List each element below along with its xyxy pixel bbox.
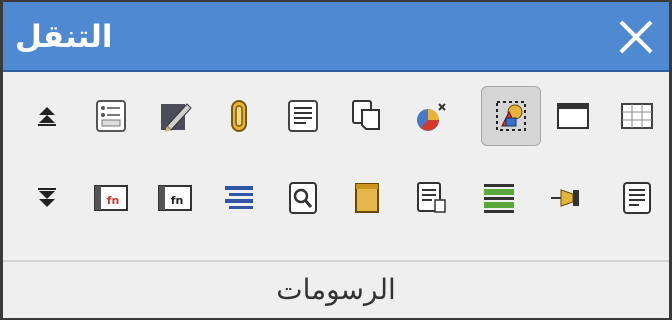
close-button[interactable] (609, 10, 663, 64)
window-title: التنقل (15, 19, 113, 55)
svg-text:fn: fn (171, 194, 184, 207)
paperclip-icon (231, 100, 247, 132)
pages-button[interactable] (337, 86, 397, 146)
paragraphs-button[interactable] (607, 168, 667, 228)
text-document-icon (288, 100, 318, 132)
function-red-icon: fn (94, 185, 128, 211)
bookmark-pin-icon (551, 189, 579, 207)
navigation-toolbar: fn fn (3, 74, 669, 260)
scroll-up-button[interactable] (17, 86, 77, 146)
title-bar: التنقل (3, 2, 669, 72)
scroll-down-button[interactable] (17, 168, 77, 228)
scroll-down-icon (38, 188, 56, 207)
scroll-up-icon (38, 107, 56, 126)
functions-button[interactable]: fn (145, 168, 205, 228)
edit-button[interactable] (145, 86, 205, 146)
index-button[interactable] (209, 168, 269, 228)
search-page-icon (289, 182, 317, 214)
drawings-button[interactable] (481, 86, 541, 146)
close-icon (619, 20, 653, 54)
list-blue-icon (225, 186, 253, 209)
table-green-icon (484, 184, 514, 213)
tables-button[interactable] (607, 86, 667, 146)
find-button[interactable] (273, 168, 333, 228)
svg-text:fn: fn (107, 194, 120, 207)
copy-pages-icon (352, 100, 380, 130)
ole-objects-button[interactable] (401, 86, 461, 146)
attachments-button[interactable] (209, 86, 269, 146)
functions-red-button[interactable]: fn (81, 168, 141, 228)
frames-button[interactable] (543, 86, 603, 146)
edit-pen-icon (161, 103, 192, 132)
table-icon (621, 103, 653, 129)
form-icon (96, 100, 126, 132)
ole-object-icon (417, 103, 446, 131)
selected-category-label[interactable]: الرسومات (3, 262, 669, 320)
scroll-object-icon (355, 183, 379, 213)
objects-button[interactable] (337, 168, 397, 228)
footer-bar: الرسومات (3, 260, 669, 318)
text-lines-icon (623, 182, 651, 214)
fields-button[interactable] (401, 168, 461, 228)
sections-button[interactable] (469, 168, 529, 228)
navigation-window: التنقل fn fn الرسومات (0, 0, 672, 320)
drawings-icon (496, 101, 526, 131)
frame-icon (557, 103, 589, 129)
bookmarks-button[interactable] (537, 168, 597, 228)
forms-button[interactable] (81, 86, 141, 146)
function-icon: fn (158, 185, 192, 211)
insert-field-icon (417, 182, 446, 213)
text-button[interactable] (273, 86, 333, 146)
